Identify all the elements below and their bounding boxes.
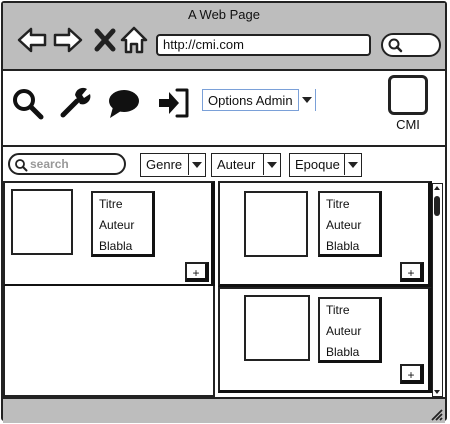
vertical-scrollbar[interactable]: [432, 183, 443, 397]
card-info: Titre Auteur Blabla: [91, 191, 155, 257]
card-info: Titre Auteur Blabla: [318, 297, 382, 363]
cmi-logo[interactable]: [388, 75, 428, 115]
genre-select[interactable]: Genre: [140, 153, 206, 177]
card-title: Titre: [99, 197, 123, 211]
window-title: A Web Page: [187, 7, 261, 22]
status-bar: [3, 397, 445, 423]
chat-icon[interactable]: [107, 87, 141, 121]
result-card[interactable]: Titre Auteur Blabla +: [218, 287, 432, 393]
genre-label: Genre: [146, 157, 183, 172]
add-button[interactable]: +: [185, 262, 209, 282]
card-thumbnail: [244, 295, 310, 361]
card-text: Blabla: [99, 239, 133, 253]
card-text: Blabla: [326, 239, 360, 253]
cmi-label: CMI: [396, 117, 420, 132]
search-icon: [15, 159, 28, 172]
browser-window: A Web Page http://cmi.com Options Admin …: [1, 1, 447, 423]
filter-bar: search Genre Auteur Epoque: [3, 147, 445, 179]
add-button[interactable]: +: [400, 262, 424, 282]
results-area: Titre Auteur Blabla + Titre Auteur Blabl…: [3, 179, 445, 397]
card-title: Titre: [326, 197, 350, 211]
title-bar: A Web Page http://cmi.com: [3, 3, 445, 71]
sign-in-icon[interactable]: [157, 86, 191, 120]
result-card[interactable]: Titre Auteur Blabla +: [218, 181, 432, 287]
browser-search-field[interactable]: [381, 33, 441, 57]
auteur-label: Auteur: [217, 157, 256, 172]
auteur-select[interactable]: Auteur: [211, 153, 281, 177]
search-placeholder: search: [30, 157, 69, 171]
home-icon[interactable]: [119, 25, 149, 55]
card-author: Auteur: [326, 324, 362, 338]
search-icon: [388, 38, 403, 53]
card-title: Titre: [326, 303, 350, 317]
forward-icon[interactable]: [53, 25, 83, 55]
back-icon[interactable]: [17, 25, 47, 55]
resize-grip-icon[interactable]: [429, 407, 443, 421]
epoque-select[interactable]: Epoque: [289, 153, 362, 177]
wrench-icon[interactable]: [59, 85, 93, 119]
search-icon[interactable]: [11, 87, 45, 121]
empty-slot: [3, 286, 215, 397]
result-card[interactable]: Titre Auteur Blabla +: [3, 181, 215, 287]
close-icon[interactable]: [91, 25, 121, 55]
options-admin-label: Options Admin: [208, 93, 293, 108]
card-text: Blabla: [326, 345, 360, 359]
url-bar[interactable]: http://cmi.com: [156, 34, 371, 56]
search-input[interactable]: search: [8, 153, 126, 175]
chevron-down-icon: [298, 89, 315, 111]
card-author: Auteur: [99, 218, 135, 232]
options-admin-select[interactable]: Options Admin: [202, 89, 316, 111]
app-toolbar: Options Admin CMI: [3, 71, 445, 147]
epoque-label: Epoque: [295, 157, 340, 172]
scroll-thumb[interactable]: [434, 196, 440, 216]
card-thumbnail: [244, 191, 308, 257]
add-button[interactable]: +: [400, 364, 424, 384]
card-thumbnail: [11, 189, 73, 255]
card-info: Titre Auteur Blabla: [318, 191, 382, 257]
chevron-down-icon: [263, 154, 280, 175]
chevron-down-icon: [188, 154, 205, 175]
card-author: Auteur: [326, 218, 362, 232]
chevron-down-icon: [344, 154, 361, 175]
scroll-up-icon[interactable]: [433, 184, 441, 192]
scroll-down-icon[interactable]: [433, 388, 441, 396]
